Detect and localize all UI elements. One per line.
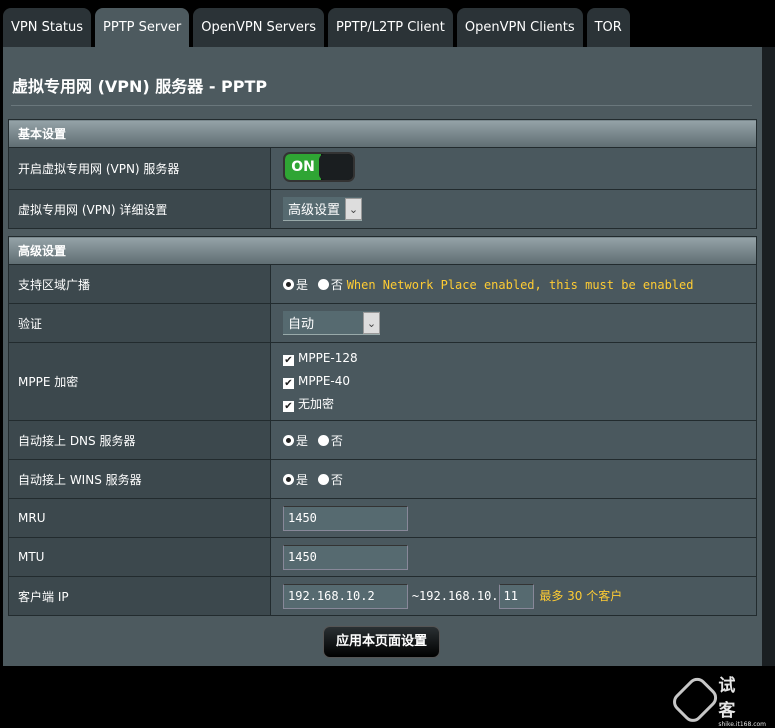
ip-prefix: ~192.168.10. <box>411 588 499 603</box>
tab-vpn-status[interactable]: VPN Status <box>3 8 92 47</box>
wins-no-radio[interactable] <box>317 473 329 485</box>
detail-settings-select[interactable]: 高级设置 ⌄ <box>283 197 363 221</box>
broadcast-yes-radio[interactable] <box>283 278 294 290</box>
field-label: 自动接上 WINS 服务器 <box>8 459 271 499</box>
tab-tor[interactable]: TOR <box>586 8 630 47</box>
mppe-128-checkbox[interactable]: ✔ <box>283 355 294 366</box>
field-label: 验证 <box>8 303 271 343</box>
ip-end-input[interactable]: 11 <box>498 583 534 609</box>
field-label: 客户端 IP <box>8 576 271 616</box>
tab-pptp-server[interactable]: PPTP Server <box>95 8 190 47</box>
tab-pptp-l2tp-client[interactable]: PPTP/L2TP Client <box>327 8 453 47</box>
divider <box>11 105 752 106</box>
broadcast-note: When Network Place enabled, this must be… <box>346 277 694 292</box>
wins-yes-radio[interactable] <box>283 473 294 485</box>
mru-input[interactable]: 1450 <box>283 505 408 531</box>
apply-button[interactable]: 应用本页面设置 <box>323 626 440 658</box>
field-label: MPPE 加密 <box>8 342 271 421</box>
chevron-down-icon: ⌄ <box>345 197 363 220</box>
logo-icon <box>668 673 722 726</box>
watermark-logo: 试 客 shike.it168.com <box>668 671 772 728</box>
advanced-settings-table: 高级设置 支持区域广播 是 否 When Network Place enabl… <box>8 236 757 616</box>
field-label: 支持区域广播 <box>8 264 271 304</box>
field-label: 虚拟专用网 (VPN) 详细设置 <box>8 189 271 229</box>
tab-openvpn-servers[interactable]: OpenVPN Servers <box>193 8 324 47</box>
dns-yes-radio[interactable] <box>283 434 294 446</box>
main-panel: 虚拟专用网 (VPN) 服务器 - PPTP 基本设置 开启虚拟专用网 (VPN… <box>3 47 766 728</box>
vpn-server-toggle[interactable]: ON <box>283 152 355 182</box>
auth-select[interactable]: 自动 ⌄ <box>283 311 380 335</box>
section-header: 基本设置 <box>8 119 757 148</box>
ip-note: 最多 30 个客户 <box>539 588 623 603</box>
dns-no-radio[interactable] <box>317 434 329 446</box>
field-label: MTU <box>8 537 271 577</box>
scrollbar-track[interactable] <box>762 47 775 666</box>
basic-settings-table: 基本设置 开启虚拟专用网 (VPN) 服务器 ON 虚拟专用网 (VPN) 详细… <box>8 119 757 229</box>
tab-bar: VPN Status PPTP Server OpenVPN Servers P… <box>3 8 630 47</box>
field-label: 自动接上 DNS 服务器 <box>8 420 271 460</box>
chevron-down-icon: ⌄ <box>363 311 380 334</box>
page-title: 虚拟专用网 (VPN) 服务器 - PPTP <box>12 77 268 96</box>
field-label: 开启虚拟专用网 (VPN) 服务器 <box>8 147 271 190</box>
broadcast-no-radio[interactable] <box>317 278 329 290</box>
mtu-input[interactable]: 1450 <box>283 544 408 570</box>
mppe-40-checkbox[interactable]: ✔ <box>283 378 294 389</box>
field-label: MRU <box>8 498 271 538</box>
section-header: 高级设置 <box>8 236 757 265</box>
no-encryption-checkbox[interactable]: ✔ <box>283 401 294 412</box>
tab-openvpn-clients[interactable]: OpenVPN Clients <box>456 8 583 47</box>
ip-start-input[interactable]: 192.168.10.2 <box>283 583 408 609</box>
